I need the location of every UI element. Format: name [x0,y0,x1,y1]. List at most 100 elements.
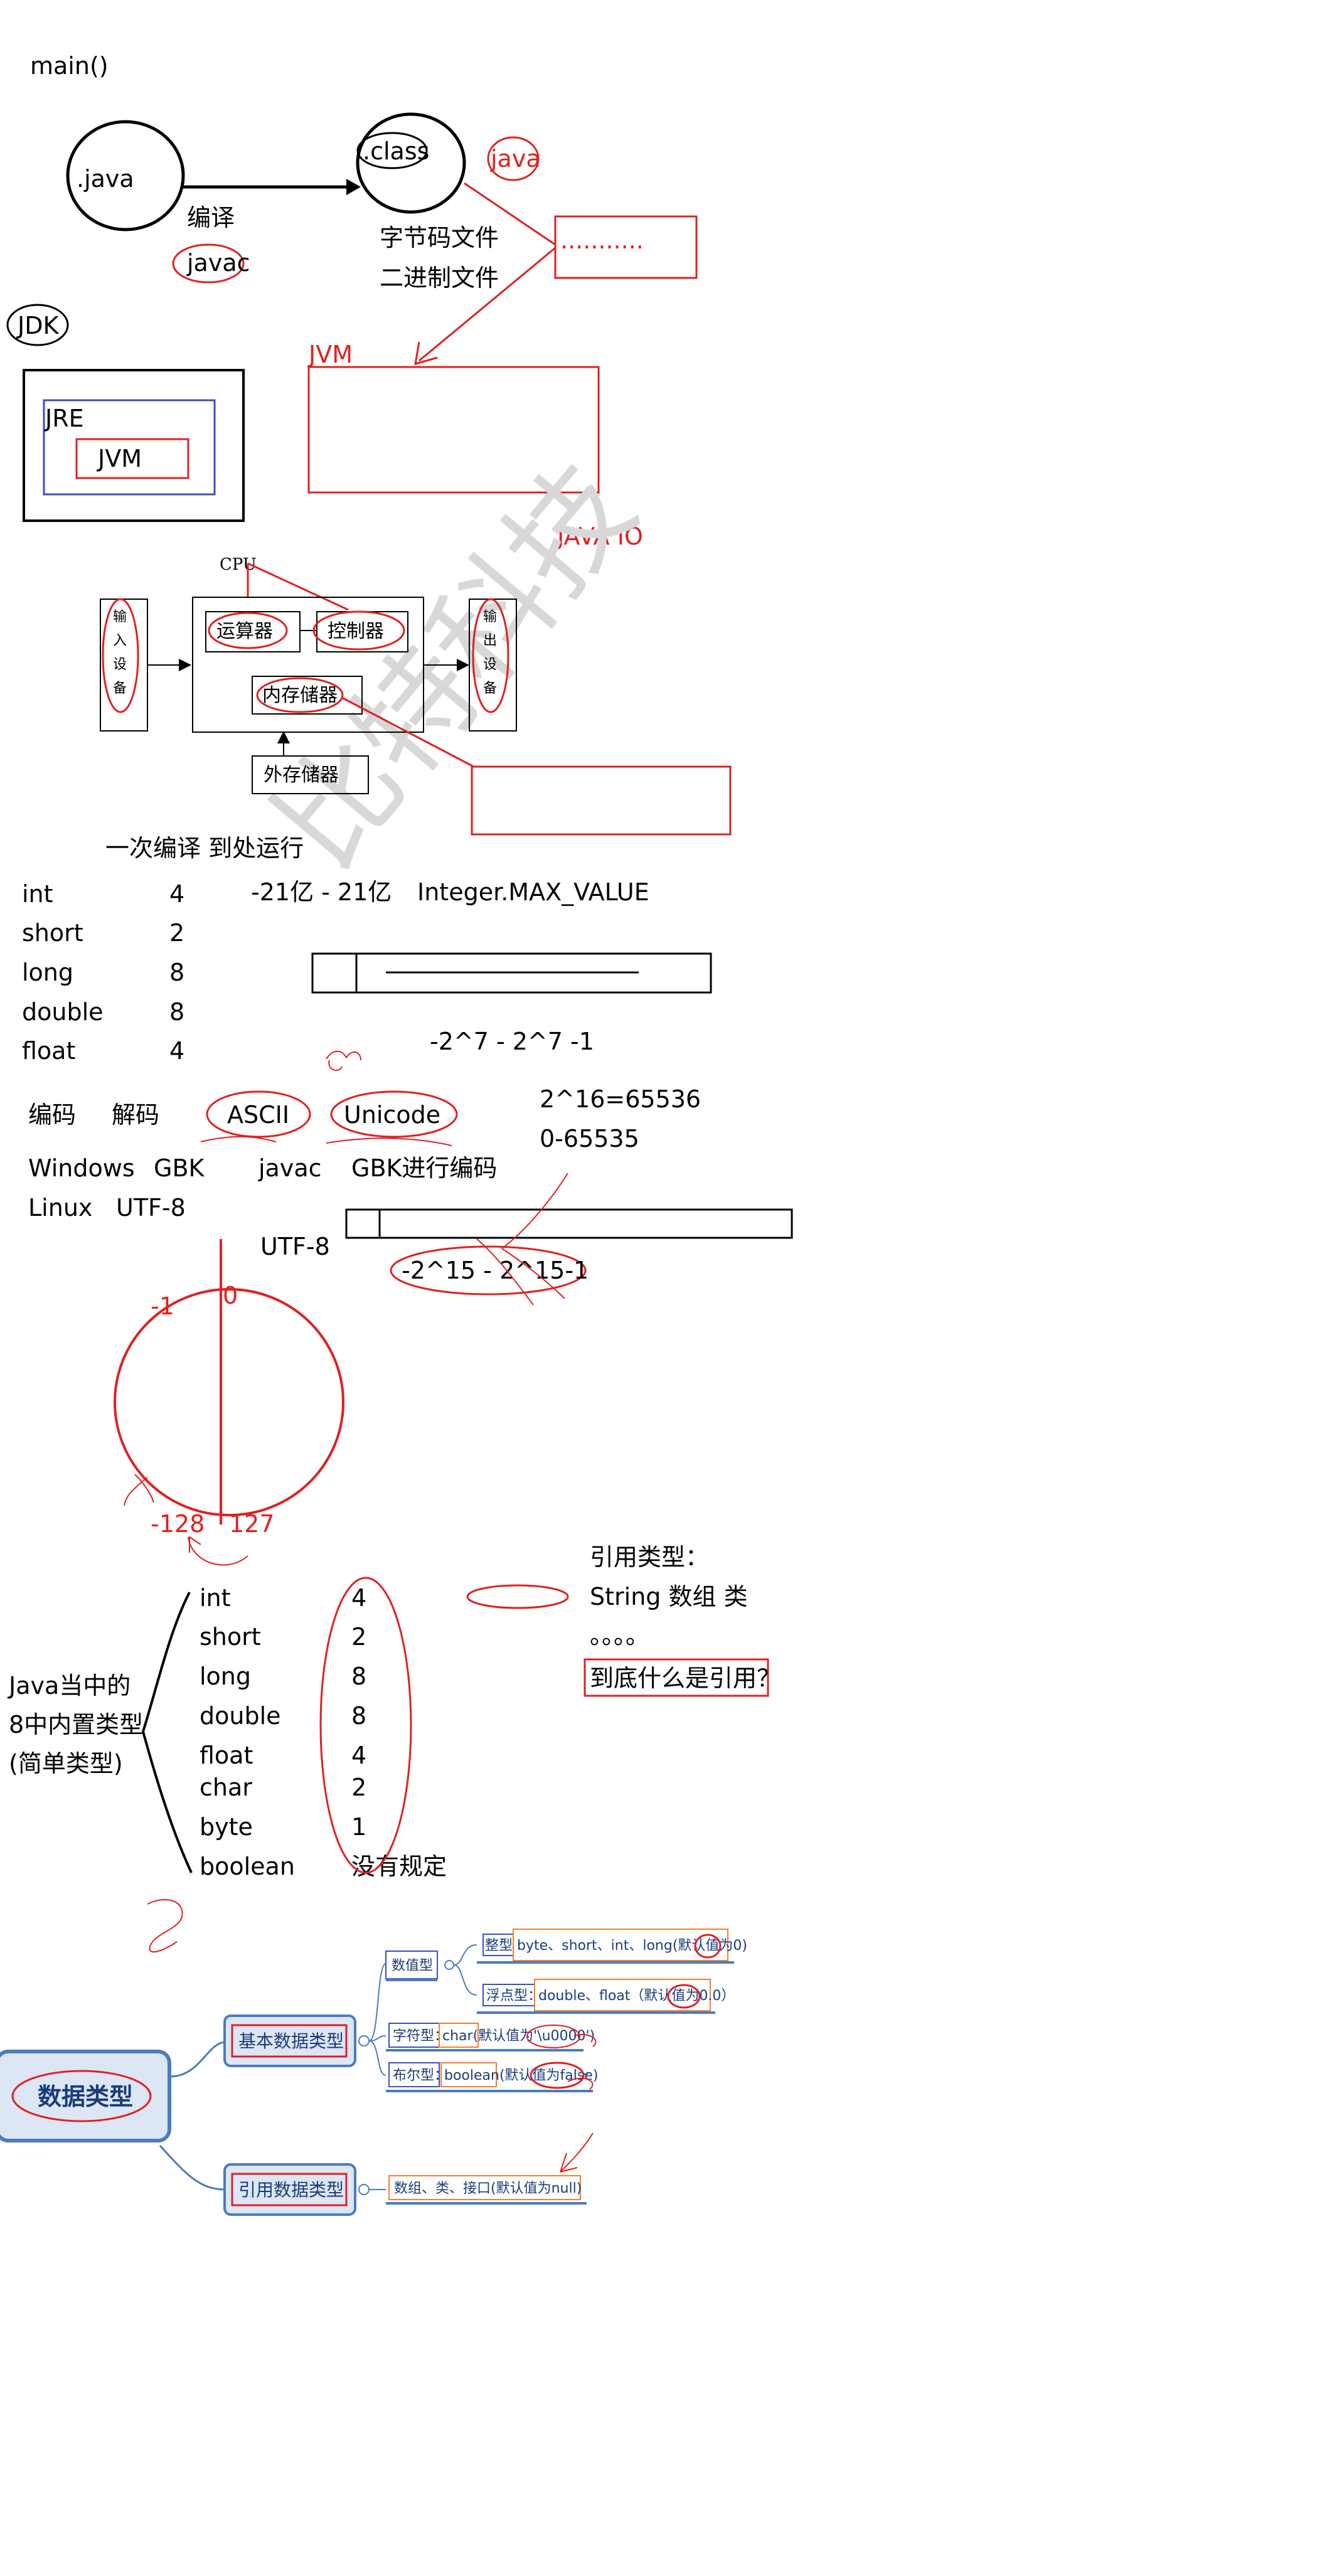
input-char-4: 备 [113,681,127,696]
ref-dots: 。。。。 [590,1622,649,1649]
scribble-1 [326,1050,361,1072]
unicode-label: Unicode [344,1101,440,1129]
int-max-label: Integer.MAX_VALUE [417,878,649,906]
unicode-underline [326,1137,452,1146]
java-cmd-label: java [490,145,541,173]
small-highlight [466,1584,569,1609]
type-row-short-size: 2 [169,919,184,947]
byte-circle [114,1288,344,1516]
mm-link-numeric [368,1963,386,2041]
jvm-red-label: JVM [307,341,353,368]
mm-basic-label: 基本数据类型 [238,2031,344,2052]
builtin-byte-size: 1 [351,1813,366,1841]
builtin-int-size: 4 [351,1584,366,1612]
wrap-curve [188,1536,248,1566]
type-row-float-name: float [22,1037,75,1065]
builtin-short-name: short [200,1623,261,1651]
mm-char-value: char(默认值为'\u0000') [442,2028,595,2044]
ref-items: String 数组 类 [590,1583,748,1610]
main-label: main() [30,52,109,80]
utf8-label: UTF-8 [260,1233,330,1260]
linux-label: Linux [28,1194,92,1221]
builtin-boolean-size: 没有规定 [351,1853,447,1880]
output-char-1: 输 [483,609,497,625]
watermark: 比特科技 [248,439,661,893]
encode-label: 编码 [28,1101,76,1129]
scribble-4 [147,1898,183,1953]
builtin-caption-3: (简单类型) [9,1750,123,1777]
builtin-double-name: double [200,1702,281,1730]
controller-label: 控制器 [328,620,384,642]
builtin-boolean-name: boolean [200,1853,295,1880]
builtin-long-name: long [200,1663,251,1690]
mm-link-ref [159,2144,227,2191]
class-file-label: .class [363,137,429,165]
pow-label: 2^16=65536 [540,1085,701,1113]
scribble-2 [476,1173,568,1306]
builtin-short-size: 2 [351,1623,366,1651]
cpu-line-b [247,562,349,611]
ascii-label: ASCII [227,1101,289,1129]
builtin-double-size: 8 [351,1702,366,1730]
mm-link-float [453,1964,477,1996]
mm-numeric-collapse-icon[interactable] [444,1960,454,1970]
output-char-3: 设 [483,657,497,673]
javac-label: javac [186,249,250,277]
mm-int-value: byte、short、int、long(默认值为0) [517,1938,747,1954]
java-file-label: .java [77,165,134,193]
neg1-label: -1 [151,1292,174,1320]
utf8-linux-label: UTF-8 [116,1194,186,1221]
input-char-1: 输 [113,609,127,625]
mm-root-label: 数据类型 [38,2083,133,2110]
memory-label: 内存储器 [262,684,338,706]
type-row-double-size: 8 [169,998,184,1026]
notes-canvas: main() .java .class 编译 javac 字节码文件 二进制文件… [0,52,793,2216]
input-char-2: 入 [113,633,127,649]
type-row-int-name: int [22,880,53,908]
windows-label: Windows [28,1154,135,1182]
ref-title: 引用类型： [590,1543,709,1571]
mm-bool-value: boolean(默认值为false) [444,2068,598,2084]
short-bits-box [345,1208,793,1239]
builtin-float-name: float [200,1742,253,1769]
storage-label: 外存储器 [264,764,339,786]
bytecode-label: 字节码文件 [380,224,499,252]
jdk-label: JDK [16,312,59,339]
min-label: -128 [151,1510,205,1538]
output-char-2: 出 [483,633,497,649]
binary-label: 二进制文件 [380,264,499,292]
output-char-4: 备 [483,681,497,696]
range-label: 0-65535 [540,1125,639,1152]
max-label: 127 [229,1510,275,1538]
compile-arrow-head [346,179,361,195]
type-row-double-name: double [22,998,104,1026]
mm-link-bool [368,2040,386,2076]
ref-question: 到底什么是引用？ [590,1664,781,1692]
builtin-int-name: int [200,1584,231,1612]
mm-float-label: 浮点型： [486,1988,541,2004]
slogan-label: 一次编译 到处运行 [105,834,304,862]
mm-basic-collapse-icon[interactable] [358,2035,370,2046]
mm-link-basic [169,2041,227,2078]
type-row-long-name: long [22,959,73,986]
gbk-encode-label: GBK进行编码 [351,1154,497,1182]
mm-link-int [453,1944,477,1966]
builtin-char-name: char [200,1774,252,1801]
zero-label: 0 [223,1282,238,1309]
mm-float-value: double、float（默认值为0.0） [538,1988,735,2004]
short-range-label: -2^15 - 2^15-1 [402,1257,589,1284]
type-row-long-size: 8 [169,959,184,986]
jre-label: JRE [44,405,84,432]
builtin-caption-2: 8中内置类型 [9,1711,143,1738]
input-char-3: 设 [113,657,127,673]
int-range-label: -21亿 - 21亿 [251,878,392,906]
mm-bool-label: 布尔型： [393,2068,448,2084]
jvm-inner-label: JVM [97,445,142,472]
alu-label: 运算器 [216,620,273,642]
builtin-caption-1: Java当中的 [8,1672,131,1700]
javac-encode-label: javac [258,1154,322,1182]
mm-ref-collapse-icon[interactable] [358,2184,370,2195]
mm-ref-label: 引用数据类型 [238,2179,344,2200]
builtin-byte-name: byte [200,1813,253,1841]
wrap-arrow-head [189,1536,201,1553]
